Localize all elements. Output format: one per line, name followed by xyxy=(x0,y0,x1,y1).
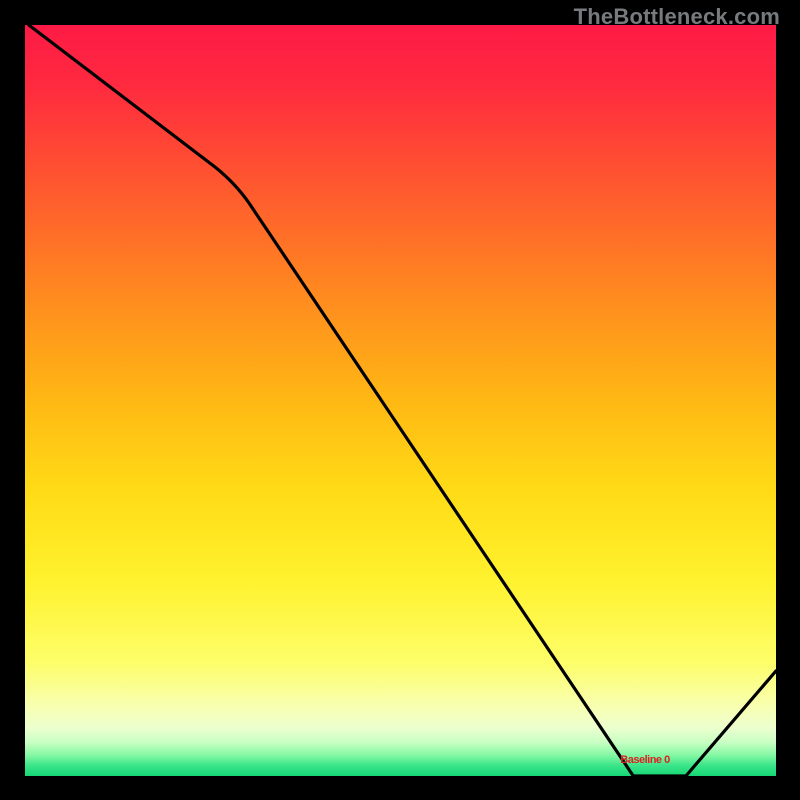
plot-svg xyxy=(25,25,776,776)
baseline-annotation: Baseline 0 xyxy=(620,754,669,766)
plot-area: Baseline 0 xyxy=(25,25,776,776)
chart-frame: Baseline 0 TheBottleneck.com xyxy=(0,0,800,800)
gradient-background xyxy=(25,25,776,776)
watermark-text: TheBottleneck.com xyxy=(574,4,780,30)
